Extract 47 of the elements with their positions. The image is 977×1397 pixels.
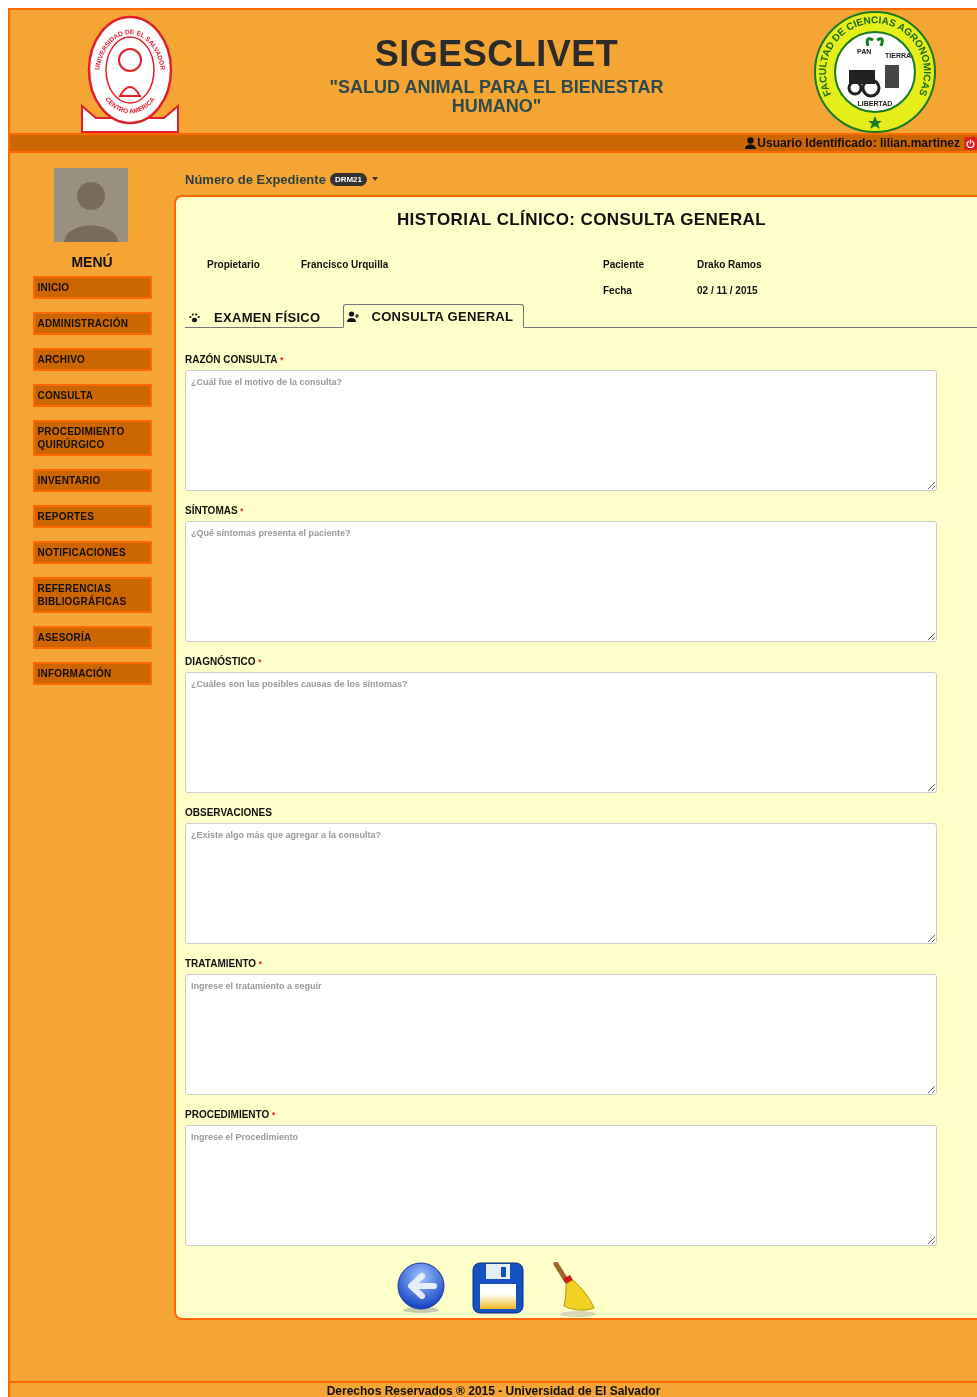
footer-copyright: Derechos Reservados ® 2015 - Universidad de El Salvador <box>326 1384 661 1397</box>
panel-title: HISTORIAL CLÍNICO: CONSULTA GENERAL <box>395 209 768 231</box>
menu-item[interactable]: REFERENCIAS BIBLIOGRÁFICAS <box>32 577 152 613</box>
text-area[interactable]: Ingrese el Procedimiento <box>185 1125 937 1246</box>
field-value: Francisco Urquilla <box>301 258 390 270</box>
field-label: PROCEDIMIENTO * <box>185 1109 277 1121</box>
required-mark: * <box>257 959 263 969</box>
field-value: Drako Ramos <box>697 258 763 270</box>
menu-item[interactable]: INICIO <box>32 276 152 299</box>
menu-item[interactable]: ADMINISTRACIÓN <box>32 312 152 335</box>
field-label: Paciente <box>603 258 646 270</box>
menu-item[interactable]: INVENTARIO <box>32 469 152 492</box>
text-area[interactable]: ¿Existe algo más que agregar a la consulta? <box>185 823 937 944</box>
field-label: DIAGNÓSTICO * <box>185 656 263 668</box>
tab[interactable]: EXAMEN FÍSICO <box>185 306 332 328</box>
menu-item[interactable]: ASESORÍA <box>32 626 152 649</box>
field-label: Propietario <box>207 258 261 270</box>
required-mark: * <box>270 1110 276 1120</box>
field-label: RAZÓN CONSULTA * <box>185 354 285 366</box>
menu-item[interactable]: PROCEDIMIENTO QUIRÚRGICO <box>32 420 152 456</box>
required-mark: * <box>257 657 262 667</box>
menu-title: MENÚ <box>71 254 113 270</box>
field-label: OBSERVACIONES <box>185 807 273 819</box>
user-add-icon <box>347 310 360 322</box>
field-label: SÍNTOMAS * <box>185 505 245 517</box>
record-number-label: Número de Expediente <box>185 171 326 187</box>
user-icon <box>745 137 757 149</box>
menu-item[interactable]: CONSULTA <box>32 384 152 407</box>
text-area[interactable]: Ingrese el tratamiento a seguir <box>185 974 937 1095</box>
required-mark: * <box>278 355 284 365</box>
field-label: Fecha <box>603 284 633 296</box>
paw-icon <box>189 312 200 323</box>
field-value: 02 / 11 / 2015 <box>697 284 759 296</box>
site-slogan: "SALUD ANIMAL PARA EL BIENESTAR HUMANO" <box>328 77 665 116</box>
menu-item[interactable]: ARCHIVO <box>32 348 152 371</box>
text-area[interactable]: ¿Cuál fue el motivo de la consulta? <box>185 370 937 491</box>
menu-item[interactable]: INFORMACIÓN <box>32 662 152 685</box>
required-mark: * <box>239 506 244 516</box>
tab[interactable]: CONSULTA GENERAL <box>343 304 525 328</box>
logout-button[interactable] <box>964 136 977 150</box>
user-identified-label: Usuario Identificado: lilian.martinez <box>757 136 960 150</box>
text-area[interactable]: ¿Qué síntomas presenta el paciente? <box>185 521 937 642</box>
text-area[interactable]: ¿Cuáles son las posibles causas de los síntomas? <box>185 672 937 793</box>
field-label: TRATAMIENTO * <box>185 958 264 970</box>
menu-item[interactable]: NOTIFICACIONES <box>32 541 152 564</box>
site-title: SIGESCLIVET <box>374 33 619 74</box>
menu-item[interactable]: REPORTES <box>32 505 152 528</box>
